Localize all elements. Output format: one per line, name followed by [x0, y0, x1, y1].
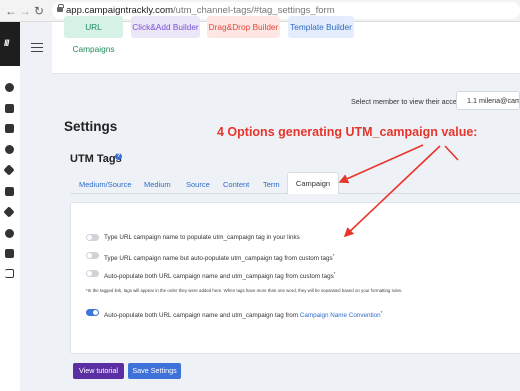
annotation-callout: 4 Options generating UTM_campaign value:: [217, 125, 478, 139]
sidebar-copy-icon[interactable]: [5, 187, 14, 196]
footnote-mark: *: [333, 271, 336, 276]
campaign-name-convention-link[interactable]: Campaign Name Convention: [300, 312, 381, 319]
member-select-label: Select member to view their access:: [351, 97, 467, 106]
sidebar-storage-icon[interactable]: [5, 249, 14, 258]
template-builder-button[interactable]: Template Builder: [288, 16, 354, 38]
help-icon[interactable]: ?: [115, 153, 122, 160]
url-campaigns-button[interactable]: URL Campaigns: [64, 16, 123, 54]
reload-icon[interactable]: ↻: [34, 4, 44, 18]
option-text: Auto-populate both URL campaign name and…: [104, 312, 300, 320]
sidebar-chart-icon[interactable]: [5, 229, 14, 238]
url-path: /utm_channel-tags/#tag_settings_form: [173, 5, 335, 16]
logo-mark-icon: ///: [4, 38, 9, 48]
option-label: Auto-populate both URL campaign name and…: [104, 269, 336, 281]
tab-medium-source[interactable]: Medium/Source: [79, 180, 132, 189]
option-text: Type URL campaign name but auto-populate…: [104, 255, 333, 263]
arrow-to-campaign-tab: [338, 144, 424, 184]
option-label: Type URL campaign name to populate utm_c…: [104, 234, 300, 241]
footnote-mark: *: [380, 310, 383, 315]
drag-drop-builder-button[interactable]: Drag&Drop Builder: [207, 16, 280, 38]
tab-content[interactable]: Content: [223, 180, 249, 189]
sidebar-dashboard-icon[interactable]: [5, 83, 14, 92]
sidebar-gears-icon[interactable]: [5, 145, 14, 154]
view-tutorial-button[interactable]: View tutorial: [73, 363, 124, 379]
footnote-mark: *: [332, 253, 335, 258]
click-add-builder-button[interactable]: Click&Add Builder: [131, 16, 200, 38]
toggle-switch[interactable]: [86, 252, 99, 259]
footnote-text: *In the tagged link, tags will appear in…: [86, 288, 403, 293]
tab-source[interactable]: Source: [186, 180, 210, 189]
menu-toggle-icon[interactable]: [31, 43, 43, 52]
toggle-switch[interactable]: [86, 234, 99, 241]
member-select[interactable]: 1.1 milena@campaigntrackly.com: [456, 91, 520, 110]
lock-icon: [57, 4, 64, 12]
arrow-from-callout: [444, 145, 459, 161]
logo[interactable]: ///: [0, 22, 20, 66]
save-settings-button[interactable]: Save Settings: [128, 363, 181, 379]
sidebar-logout-icon[interactable]: [5, 269, 14, 278]
tab-campaign[interactable]: Campaign: [287, 172, 339, 194]
sidebar-document-icon[interactable]: [5, 104, 14, 113]
tab-term[interactable]: Term: [263, 180, 280, 189]
option-label: Auto-populate both URL campaign name and…: [104, 308, 382, 320]
forward-icon[interactable]: →: [19, 4, 31, 18]
url-host: app.campaigntrackly.com: [66, 5, 174, 16]
tab-medium[interactable]: Medium: [144, 180, 171, 189]
toggle-switch-on[interactable]: [86, 309, 99, 316]
toggle-switch[interactable]: [86, 270, 99, 277]
page-title: Settings: [64, 119, 118, 134]
option-text: Auto-populate both URL campaign name and…: [104, 273, 334, 281]
sidebar-clipboard-icon[interactable]: [5, 124, 14, 133]
section-title: UTM Tags: [70, 153, 122, 165]
back-icon[interactable]: ←: [5, 4, 17, 18]
option-label: Type URL campaign name but auto-populate…: [104, 251, 334, 263]
